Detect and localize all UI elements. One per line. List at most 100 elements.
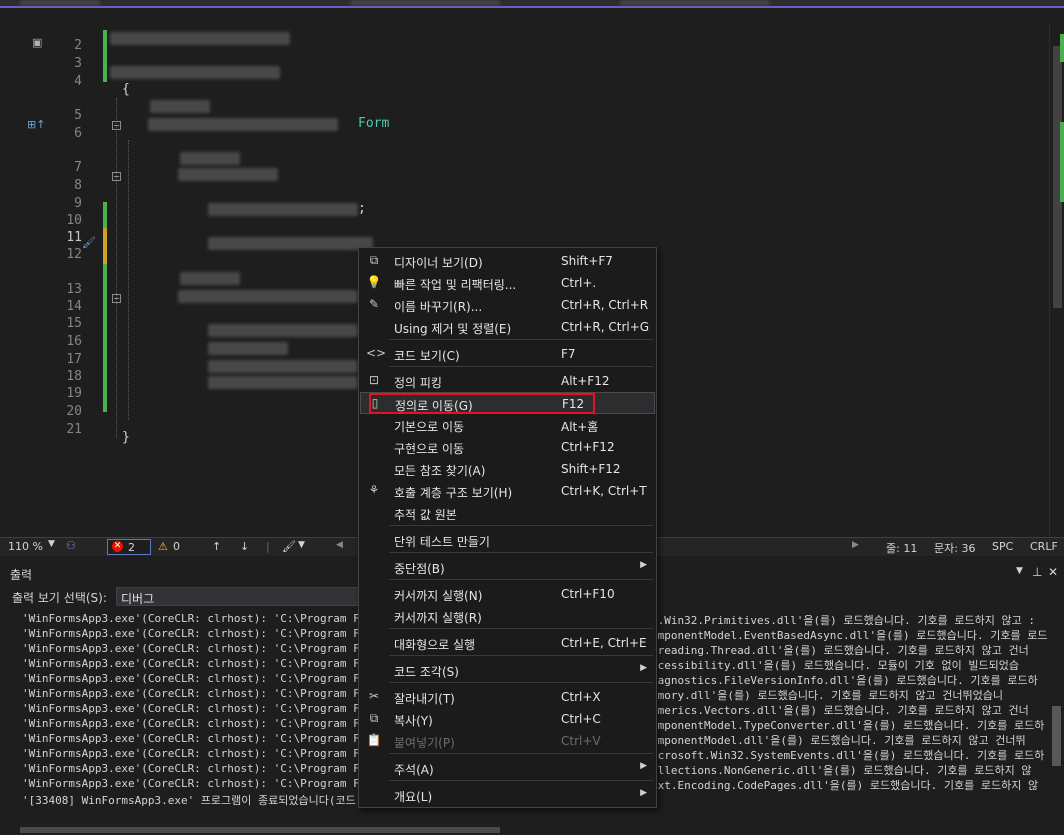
scroll-thumb[interactable] (20, 827, 500, 833)
menu-item-shortcut: Alt+F12 (561, 374, 610, 388)
menu-item-label: 정의 피킹 (394, 376, 442, 390)
output-line-continued: ext.Encoding.CodePages.dll'을(를) 로드했습니다. … (651, 779, 1039, 792)
output-vertical-scrollbar[interactable] (1048, 608, 1064, 825)
fold-toggle[interactable]: − (112, 121, 121, 130)
change-indicator (103, 264, 107, 412)
menu-item-shortcut: Ctrl+X (561, 690, 601, 704)
output-source-select[interactable]: 디버그 (116, 587, 366, 606)
rename-icon: ✎ (368, 297, 380, 311)
menu-item[interactable]: ⧉ 디자이너 보기(D) Shift+F7 (360, 250, 655, 272)
redacted-code (110, 66, 280, 79)
line-number: 16 (66, 334, 82, 349)
menu-item[interactable]: 기본으로 이동 Alt+홈 (360, 414, 655, 436)
line-number: 13 (66, 282, 82, 297)
line-ending-indicator[interactable]: CRLF (1030, 540, 1058, 553)
menu-item[interactable]: ✎ 이름 바꾸기(R)... Ctrl+R, Ctrl+R (360, 294, 655, 316)
output-horizontal-scrollbar[interactable] (0, 825, 1064, 835)
code-cleanup-brush-icon[interactable]: 🖌 (282, 540, 296, 553)
brush-quick-action-icon[interactable]: 🖌 (82, 236, 96, 249)
menu-separator (389, 525, 653, 526)
menu-item[interactable]: 💡 빠른 작업 및 리팩터링... Ctrl+. (360, 272, 655, 294)
line-number: 4 (74, 74, 82, 89)
zoom-level[interactable]: 110 % (8, 540, 43, 553)
menu-item[interactable]: <> 코드 보기(C) F7 (360, 343, 655, 365)
brace-open: { (122, 82, 130, 97)
line-number: 2 (74, 38, 82, 53)
menu-item-label: 디자이너 보기(D) (394, 256, 483, 270)
tab-blurred[interactable] (350, 0, 500, 6)
menu-item-label: 붙여넣기(P) (394, 736, 455, 750)
code-icon: <> (366, 346, 387, 360)
cleanup-dropdown-icon[interactable]: ▼ (298, 540, 305, 550)
menu-item[interactable]: ✂ 잘라내기(T) Ctrl+X (360, 686, 655, 708)
previous-issue-arrow-icon[interactable]: ↑ (212, 540, 221, 553)
menu-item-label: 호출 계층 구조 보기(H) (394, 486, 513, 500)
output-line: 'WinFormsApp3.exe'(CoreCLR: clrhost): 'C… (22, 612, 400, 625)
menu-item[interactable]: 커서까지 실행(R) (360, 605, 655, 627)
form-type-token: Form (358, 116, 390, 131)
document-tab-strip[interactable] (0, 0, 1064, 8)
tab-blurred[interactable] (20, 0, 100, 6)
menu-item-label: 커서까지 실행(R) (394, 611, 482, 625)
copilot-icon[interactable]: ⚇ (66, 539, 76, 552)
output-line-continued: emory.dll'을(를) 로드했습니다. 기호를 로드하지 않고 건너뛰었습… (651, 689, 1003, 702)
menu-item-label: 주석(A) (394, 763, 434, 777)
tab-blurred[interactable] (620, 0, 770, 6)
scroll-change-marker (1060, 34, 1064, 62)
menu-item[interactable]: 대화형으로 실행 Ctrl+E, Ctrl+E (360, 632, 655, 654)
fold-toggle[interactable]: − (112, 172, 121, 181)
redacted-code (208, 324, 358, 337)
output-line-continued: omponentModel.dll'을(를) 로드했습니다. 기호를 로드하지 … (651, 734, 1026, 747)
next-issue-arrow-icon[interactable]: ↓ (240, 540, 249, 553)
output-line-continued: nreading.Thread.dll'을(를) 로드했습니다. 기호를 로드하… (651, 644, 1029, 657)
peek-icon: ⊡ (368, 373, 380, 387)
menu-item[interactable]: 주석(A) ▶ (360, 757, 655, 779)
menu-item-shortcut: Alt+홈 (561, 420, 599, 434)
menu-item[interactable]: Using 제거 및 정렬(E) Ctrl+R, Ctrl+G (360, 316, 655, 338)
warning-icon[interactable]: ⚠ (158, 540, 168, 553)
menu-item-shortcut: Ctrl+R, Ctrl+R (561, 298, 649, 312)
fold-toggle[interactable]: − (112, 294, 121, 303)
menu-item[interactable]: ⧉ 복사(Y) Ctrl+C (360, 708, 655, 730)
warning-count[interactable]: 0 (173, 540, 180, 553)
output-line: 'WinFormsApp3.exe'(CoreCLR: clrhost): 'C… (22, 732, 400, 745)
line-indicator[interactable]: 줄: 11 (886, 540, 917, 556)
redacted-code (208, 376, 358, 389)
column-indicator[interactable]: 문자: 36 (934, 540, 975, 556)
menu-item[interactable]: 커서까지 실행(N) Ctrl+F10 (360, 583, 655, 605)
menu-item-label: Using 제거 및 정렬(E) (394, 322, 512, 336)
menu-item-label: 코드 보기(C) (394, 349, 460, 363)
menu-item[interactable]: 추적 값 원본 (360, 502, 655, 524)
menu-item[interactable]: ⚘ 호출 계층 구조 보기(H) Ctrl+K, Ctrl+T (360, 480, 655, 502)
class-member-icon[interactable]: ⊞↑ (27, 118, 45, 131)
menu-item: 📋 붙여넣기(P) Ctrl+V (360, 730, 655, 752)
pin-icon[interactable]: ⊥ (1032, 565, 1042, 579)
scroll-left-icon[interactable]: ◀ (336, 540, 343, 550)
error-count-button[interactable]: ✕ 2 (107, 539, 151, 555)
scroll-thumb[interactable] (1052, 706, 1061, 766)
menu-item-label: 개요(L) (394, 790, 433, 804)
menu-item[interactable]: ⊡ 정의 피킹 Alt+F12 (360, 370, 655, 392)
scroll-right-icon[interactable]: ▶ (852, 540, 859, 550)
menu-item[interactable]: 구현으로 이동 Ctrl+F12 (360, 436, 655, 458)
redacted-code (178, 290, 358, 303)
scroll-change-marker (1060, 122, 1064, 202)
menu-item[interactable]: 코드 조각(S) ▶ (360, 659, 655, 681)
output-line-continued: ccessibility.dll'을(를) 로드했습니다. 모듈이 기호 없이 … (651, 659, 1019, 672)
menu-item[interactable]: 모든 참조 찾기(A) Shift+F12 (360, 458, 655, 480)
close-icon[interactable]: ✕ (1048, 565, 1058, 579)
menu-item[interactable]: 중단점(B) ▶ (360, 556, 655, 578)
editor-vertical-scrollbar[interactable] (1049, 24, 1064, 536)
scissors-icon: ✂ (368, 689, 380, 703)
panel-options-icon[interactable]: ▼ (1016, 566, 1023, 576)
output-line: 'WinFormsApp3.exe'(CoreCLR: clrhost): 'C… (22, 777, 400, 790)
menu-item[interactable]: 단위 테스트 만들기 (360, 529, 655, 551)
brace-close: } (122, 430, 130, 445)
zoom-dropdown-icon[interactable]: ▼ (48, 539, 55, 549)
submenu-arrow-icon: ▶ (640, 761, 647, 771)
whitespace-indicator[interactable]: SPC (992, 540, 1013, 553)
output-line: 'WinFormsApp3.exe'(CoreCLR: clrhost): 'C… (22, 642, 400, 655)
redacted-code (208, 360, 358, 373)
statement-end: ; (358, 201, 366, 216)
menu-item[interactable]: 개요(L) ▶ (360, 784, 655, 806)
